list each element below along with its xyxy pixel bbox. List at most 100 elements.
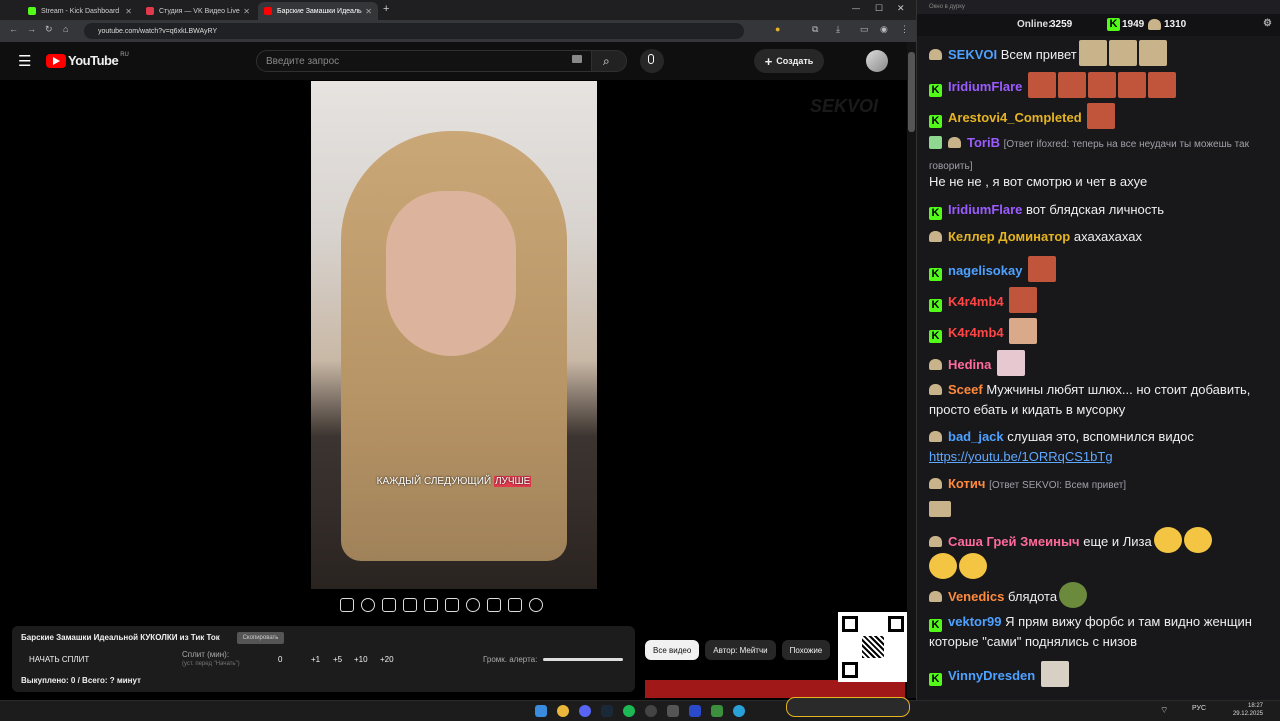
increment-5-button[interactable]: +5 (333, 655, 342, 664)
emote-icon (1009, 287, 1038, 313)
app-icon[interactable] (667, 705, 679, 717)
pip-icon[interactable] (424, 598, 438, 612)
recommended-thumbnail[interactable] (645, 680, 905, 698)
minimize-button[interactable]: — (852, 4, 860, 13)
start-split-button[interactable]: НАЧАТЬ СПЛИТ (29, 655, 89, 664)
speed-icon[interactable] (466, 598, 480, 612)
menu-kebab-icon[interactable]: ⋮ (900, 24, 909, 35)
settings-gear-icon[interactable] (529, 598, 543, 612)
emote-icon (1028, 72, 1057, 98)
youtube-icon (264, 7, 272, 15)
tab-vk-studio[interactable]: Студия — VK Видео Live ✕ (140, 2, 256, 20)
forward-icon[interactable]: → (27, 24, 36, 34)
qr-code (838, 612, 908, 682)
kick-icon (28, 7, 36, 15)
increment-20-button[interactable]: +20 (380, 655, 394, 664)
reload-icon[interactable]: ↻ (45, 24, 53, 35)
emote-icon (1138, 40, 1167, 66)
plus-icon: + (764, 53, 773, 69)
youtube-logo[interactable]: YouTube RU (46, 52, 129, 68)
increment-1-button[interactable]: +1 (311, 655, 320, 664)
view-icon[interactable] (382, 598, 396, 612)
stream-watermark: SEKVOI (810, 96, 879, 116)
wifi-icon[interactable]: ⌔ (1160, 705, 1168, 716)
theater-icon[interactable] (445, 598, 459, 612)
address-bar-row: ← → ↻ ⌂ youtube.com/watch?v=q6xkLBWAyRY … (0, 20, 916, 42)
alert-volume-slider[interactable] (543, 658, 623, 661)
emote-icon (996, 350, 1025, 376)
microphone-icon (648, 54, 654, 64)
avatar[interactable] (866, 50, 888, 72)
media-icon[interactable] (689, 705, 701, 717)
kick-badge-icon: K (929, 84, 942, 97)
emote-icon (1078, 40, 1107, 66)
laughing-emoji-icon (929, 553, 957, 579)
obs-icon[interactable] (645, 705, 657, 717)
chat-link[interactable]: https://youtu.be/1ORRqCS1bTg (929, 449, 1113, 464)
url-input[interactable]: youtube.com/watch?v=q6xkLBWAyRY (84, 23, 744, 39)
chat-message: K Arestovi4_Completed (929, 103, 1269, 129)
emote-badge-icon (929, 478, 942, 489)
settings-icon[interactable]: ⚙ (1263, 18, 1272, 29)
kick-badge-icon: K (929, 115, 942, 128)
home-icon[interactable]: ⌂ (63, 24, 68, 34)
chip-all-videos[interactable]: Все видео (645, 640, 700, 660)
chrome-icon[interactable] (557, 705, 569, 717)
increment-10-button[interactable]: +10 (354, 655, 368, 664)
tab-bar: Stream - Kick Dashboard ✕ Студия — VK Ви… (0, 0, 916, 20)
screenshot-icon[interactable] (508, 598, 522, 612)
close-window-button[interactable]: ✕ (897, 3, 905, 14)
emote-badge-icon (929, 49, 942, 60)
broadcast-icon[interactable] (361, 598, 375, 612)
create-button[interactable]: + Создать (754, 49, 824, 73)
new-tab-button[interactable]: + (383, 3, 389, 15)
split-minutes-value[interactable]: 0 (278, 655, 282, 664)
profile-icon[interactable]: ◉ (880, 24, 888, 35)
video-subtitle: КАЖДЫЙ СЛЕДУЮЩИЙ ЛУЧШЕ (376, 476, 532, 487)
back-icon[interactable]: ← (9, 24, 18, 34)
tab-kick-dashboard[interactable]: Stream - Kick Dashboard ✕ (22, 2, 138, 20)
chat-message: K K4r4mb4 (929, 287, 1269, 313)
clock[interactable]: 18:27 29.12.2025 (1229, 702, 1263, 718)
telegram-icon[interactable] (733, 705, 745, 717)
emote-icon (1108, 40, 1137, 66)
sidebar-icon[interactable]: ▭ (860, 24, 869, 35)
download-icon[interactable]: ⤓ (836, 24, 840, 35)
player-tools-row (340, 598, 543, 614)
emote-badge-icon (929, 536, 942, 547)
search-button[interactable]: ⌕ (591, 50, 627, 72)
emote-icon (1118, 72, 1147, 98)
emote-icon (1058, 72, 1087, 98)
maximize-button[interactable]: ☐ (875, 3, 883, 14)
chip-author[interactable]: Автор: Мейтчи (705, 640, 776, 660)
clip-icon[interactable] (403, 598, 417, 612)
video-player[interactable]: КАЖДЫЙ СЛЕДУЮЩИЙ ЛУЧШЕ (311, 81, 597, 589)
chat-window: Окно в дурку Online: 3259 K 1949 1310 ⚙ … (916, 0, 1280, 700)
loop-icon[interactable] (340, 598, 354, 612)
keyboard-icon[interactable] (572, 55, 582, 63)
voice-search-button[interactable] (640, 49, 664, 73)
search-input[interactable]: Введите запрос (256, 50, 592, 72)
chip-similar[interactable]: Похожие (781, 640, 831, 660)
hamburger-menu-icon[interactable]: ☰ (18, 52, 31, 70)
laughing-emoji-icon (959, 553, 987, 579)
extensions-icon[interactable]: ⧉ (812, 24, 818, 35)
start-icon[interactable] (535, 705, 547, 717)
close-icon[interactable]: ✕ (365, 7, 372, 16)
spotify-icon[interactable] (623, 705, 635, 717)
close-icon[interactable]: ✕ (243, 7, 250, 16)
laughing-emoji-icon (1153, 527, 1182, 553)
chat-message: K K4r4mb4 (929, 318, 1269, 344)
tab-youtube-video[interactable]: Барские Замашки Идеаль ✕ (258, 2, 378, 20)
copy-button[interactable]: Скопировать (237, 632, 284, 644)
close-icon[interactable]: ✕ (125, 7, 132, 16)
steam-icon[interactable] (601, 705, 613, 717)
chat-message: K IridiumFlare вот блядская личность (929, 200, 1269, 220)
app-icon[interactable] (711, 705, 723, 717)
page-scrollbar[interactable] (907, 42, 916, 698)
extension-icon[interactable]: ● (775, 24, 780, 34)
kick-icon: K (1107, 18, 1120, 31)
add-icon[interactable] (487, 598, 501, 612)
discord-icon[interactable] (579, 705, 591, 717)
chat-message: Kvektor99 Я прям вижу форбс и там видно … (929, 614, 1252, 649)
